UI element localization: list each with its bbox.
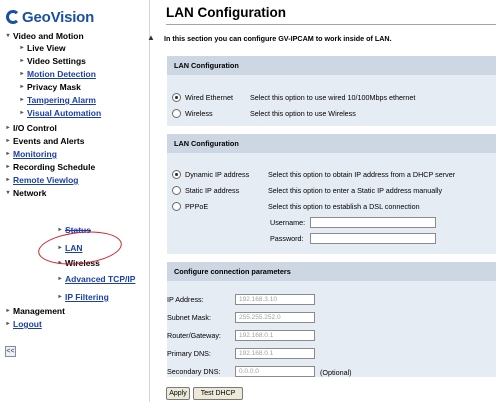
apply-button[interactable]: Apply [166, 387, 190, 400]
section-header: Configure connection parameters [167, 262, 496, 281]
chevron-right-icon: ▸ [58, 294, 62, 300]
sidebar-item-video-settings[interactable]: ▸ Video Settings [18, 56, 85, 67]
chevron-right-icon: ▸ [58, 276, 62, 282]
sidebar-item-remote-viewlog[interactable]: ▸ Remote Viewlog [4, 175, 78, 186]
radio-static-ip[interactable] [172, 185, 181, 195]
sidebar-item-video-and-motion[interactable]: ▾ Video and Motion [4, 31, 83, 42]
radio-wireless[interactable] [172, 108, 181, 118]
sidebar-item-ip-filtering[interactable]: ▸ IP Filtering [56, 292, 108, 303]
secondary-dns-input[interactable]: 0.0.0.0 [235, 366, 315, 377]
title-divider [166, 24, 496, 25]
sidebar-item-network[interactable]: ▾ Network [4, 188, 46, 199]
option-dynamic-ip[interactable]: Dynamic IP address Select this option to… [172, 168, 455, 180]
option-description: Select this option to establish a DSL co… [268, 201, 420, 211]
ip-address-input[interactable]: 192.168.3.10 [235, 294, 315, 305]
option-pppoe[interactable]: PPPoE Select this option to establish a … [172, 200, 420, 212]
sidebar-item-visual-automation[interactable]: ▸ Visual Automation [18, 108, 101, 119]
subnet-mask-label: Subnet Mask: [167, 313, 211, 322]
chevron-right-icon: ▸ [6, 138, 10, 144]
lan-type-section: LAN Configuration Wired Ethernet Select … [167, 56, 496, 126]
section-header: LAN Configuration [167, 56, 496, 75]
test-dhcp-button[interactable]: Test DHCP [193, 387, 243, 400]
chevron-right-icon: ▸ [6, 308, 10, 314]
optional-note: (Optional) [320, 368, 352, 377]
username-input[interactable] [310, 217, 436, 228]
chevron-right-icon: ▸ [6, 125, 10, 131]
gateway-label: Router/Gateway: [167, 331, 221, 340]
chevron-right-icon: ▸ [6, 151, 10, 157]
option-label: Static IP address [185, 185, 240, 195]
lan-highlight-circle [36, 227, 124, 269]
chevron-right-icon: ▸ [20, 58, 24, 64]
username-label: Username: [270, 218, 306, 227]
option-description: Select this option to enter a Static IP … [268, 185, 443, 195]
sidebar-item-logout[interactable]: ▸ Logout [4, 319, 41, 330]
option-description: Select this option to use wired 10/100Mb… [250, 92, 416, 102]
chevron-right-icon: ▸ [20, 71, 24, 77]
logo-text: GeoVision [22, 8, 95, 26]
sidebar-item-recording-schedule[interactable]: ▸ Recording Schedule [4, 162, 95, 173]
radio-pppoe[interactable] [172, 201, 181, 211]
option-label: Wireless [185, 108, 213, 118]
main-panel: LAN Configuration In this section you ca… [160, 0, 496, 402]
ip-address-label: IP Address: [167, 295, 204, 304]
option-wired-ethernet[interactable]: Wired Ethernet Select this option to use… [172, 91, 415, 103]
subnet-mask-input[interactable]: 255.255.252.0 [235, 312, 315, 323]
scroll-up-arrow-icon[interactable]: ▲ [147, 34, 155, 42]
secondary-dns-label: Secondary DNS: [167, 367, 221, 376]
sidebar-item-management[interactable]: ▸ Management [4, 306, 64, 317]
sidebar-item-motion-detection[interactable]: ▸ Motion Detection [18, 69, 95, 80]
sidebar-item-events-and-alerts[interactable]: ▸ Events and Alerts [4, 136, 84, 147]
chevron-down-icon: ▾ [6, 190, 10, 196]
sidebar: GeoVision ▾ Video and Motion ▸ Live View ▸… [0, 0, 150, 402]
option-description: Select this option to obtain IP address … [268, 169, 456, 179]
chevron-right-icon: ▸ [6, 321, 10, 327]
page-title: LAN Configuration [166, 5, 286, 20]
connection-parameters-section: Configure connection parameters IP Addre… [167, 262, 496, 377]
intro-text: In this section you can configure GV-IPC… [164, 34, 392, 43]
radio-dynamic-ip[interactable] [172, 169, 181, 179]
sidebar-item-tampering-alarm[interactable]: ▸ Tampering Alarm [18, 95, 95, 106]
chevron-right-icon: ▸ [6, 177, 10, 183]
chevron-right-icon: ▸ [20, 45, 24, 51]
collapse-sidebar-button[interactable]: << [5, 346, 16, 357]
gateway-input[interactable]: 192.168.0.1 [235, 330, 315, 341]
option-label: PPPoE [185, 201, 209, 211]
primary-dns-input[interactable]: 192.168.0.1 [235, 348, 315, 359]
password-input[interactable] [310, 233, 436, 244]
chevron-right-icon: ▸ [20, 97, 24, 103]
chevron-right-icon: ▸ [20, 110, 24, 116]
primary-dns-label: Primary DNS: [167, 349, 211, 358]
option-label: Dynamic IP address [185, 169, 250, 179]
sidebar-item-io-control[interactable]: ▸ I/O Control [4, 123, 56, 134]
sidebar-item-monitoring[interactable]: ▸ Monitoring [4, 149, 56, 160]
option-description: Select this option to use Wireless [250, 108, 356, 118]
option-wireless[interactable]: Wireless Select this option to use Wirel… [172, 107, 356, 119]
chevron-right-icon: ▸ [20, 84, 24, 90]
password-label: Password: [270, 234, 304, 243]
radio-wired-ethernet[interactable] [172, 92, 181, 102]
geovision-logo-icon [6, 10, 20, 24]
option-static-ip[interactable]: Static IP address Select this option to … [172, 184, 442, 196]
chevron-down-icon: ▾ [6, 33, 10, 39]
option-label: Wired Ethernet [185, 92, 233, 102]
sidebar-item-advanced-tcpip[interactable]: ▸ Advanced TCP/IP [56, 274, 135, 285]
ip-mode-section: LAN Configuration Dynamic IP address Sel… [167, 134, 496, 254]
chevron-right-icon: ▸ [6, 164, 10, 170]
sidebar-item-live-view[interactable]: ▸ Live View [18, 43, 65, 54]
sidebar-item-privacy-mask[interactable]: ▸ Privacy Mask [18, 82, 80, 93]
section-header: LAN Configuration [167, 134, 496, 153]
logo: GeoVision [6, 6, 94, 28]
